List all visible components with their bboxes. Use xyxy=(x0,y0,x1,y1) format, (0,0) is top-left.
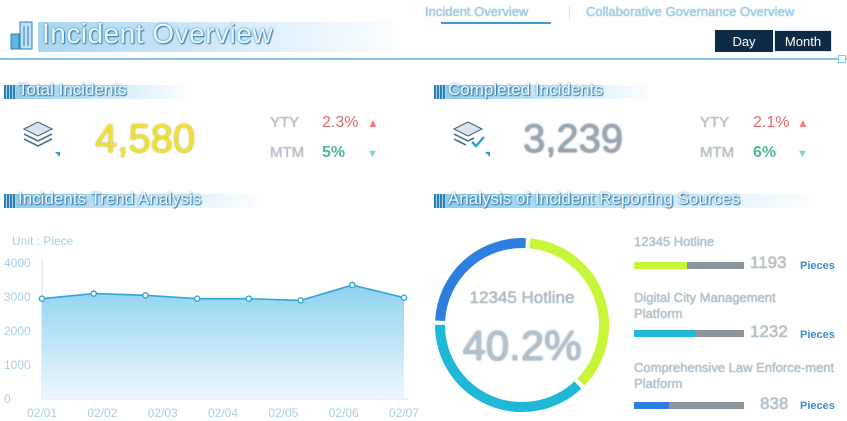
tab-collaborative-governance[interactable]: Collaborative Governance Overview xyxy=(586,4,794,19)
completed-incidents-value: 3,239 xyxy=(523,117,624,161)
donut-center-value: 40.2% xyxy=(462,322,582,369)
page-title-area: Incident Overview xyxy=(10,14,408,54)
source-bar-fill xyxy=(634,262,687,269)
trend-area-fill xyxy=(42,285,404,399)
source-label-digital-city: Digital City Management Platform xyxy=(634,290,776,321)
completed-mtm-value: 6% xyxy=(753,144,777,161)
trend-point[interactable] xyxy=(142,292,149,299)
x-tick-label: 02/06 xyxy=(329,406,359,420)
trend-point[interactable] xyxy=(400,294,408,301)
completed-mtm-label: MTM xyxy=(700,144,735,161)
header-divider xyxy=(0,58,847,60)
day-button[interactable]: Day xyxy=(715,30,773,52)
source-bar-fill xyxy=(634,330,695,337)
total-yty-label: YTY xyxy=(270,114,300,131)
month-button[interactable]: Month xyxy=(774,30,832,52)
section-marker-icon xyxy=(434,194,446,208)
trend-point[interactable] xyxy=(245,295,253,303)
x-tick-label: 02/05 xyxy=(268,406,298,420)
y-tick-label: 3000 xyxy=(4,290,31,304)
source-value-hotline: 1193 xyxy=(750,253,787,272)
page-title: Incident Overview xyxy=(42,18,274,49)
source-bar-hotline xyxy=(634,262,744,269)
total-incidents-title: Total Incidents xyxy=(18,80,127,99)
total-yty-value: 2.3% xyxy=(322,114,359,131)
source-bar-fill xyxy=(634,402,670,409)
source-value-law-enforcement: 838 xyxy=(760,394,789,413)
trend-point[interactable] xyxy=(38,295,46,303)
building-icon xyxy=(10,21,33,50)
trend-point[interactable] xyxy=(193,295,201,303)
total-mtm-label: MTM xyxy=(270,144,305,161)
source-bar-digital-city xyxy=(634,330,744,337)
y-tick-label: 4000 xyxy=(4,256,31,270)
tab-incident-overview[interactable]: Incident Overview xyxy=(425,4,528,19)
section-marker-icon xyxy=(4,85,16,99)
y-tick-label: 0 xyxy=(4,392,11,406)
section-marker-icon xyxy=(434,85,446,99)
trend-point[interactable] xyxy=(348,281,356,289)
x-tick-label: 02/01 xyxy=(27,406,57,420)
y-tick-label: 1000 xyxy=(4,358,31,372)
trend-analysis-title: Incidents Trend Analysis xyxy=(18,189,202,208)
header-divider-end xyxy=(838,55,846,63)
arrow-down-icon: ▼ xyxy=(367,148,378,160)
total-incidents-value: 4,580 xyxy=(95,117,196,161)
source-unit: Pieces xyxy=(800,260,835,272)
x-tick-label: 02/07 xyxy=(389,406,419,420)
active-tab-indicator xyxy=(441,22,551,24)
tab-divider xyxy=(569,6,570,20)
trend-point[interactable] xyxy=(90,290,98,297)
source-label-hotline: 12345 Hotline xyxy=(634,234,715,249)
x-tick-label: 02/04 xyxy=(208,406,238,420)
donut-center-label: 12345 Hotline xyxy=(469,288,575,307)
arrow-up-icon: ▲ xyxy=(797,116,809,130)
total-mtm-value: 5% xyxy=(322,144,346,161)
source-unit: Pieces xyxy=(800,329,835,341)
y-tick-label: 2000 xyxy=(4,324,31,338)
source-value-digital-city: 1232 xyxy=(750,322,788,341)
arrow-up-icon: ▲ xyxy=(367,116,379,130)
source-bar-law-enforcement xyxy=(634,402,744,409)
completed-incidents-title: Completed Incidents xyxy=(448,80,603,99)
arrow-down-icon: ▼ xyxy=(797,148,808,160)
source-unit: Pieces xyxy=(800,400,835,412)
completed-yty-value: 2.1% xyxy=(753,114,790,131)
donut-slice[interactable] xyxy=(435,238,526,322)
source-label-law-enforcement: Comprehensive Law Enforce-ment Platform xyxy=(634,360,835,391)
section-marker-icon xyxy=(4,194,16,208)
x-tick-label: 02/03 xyxy=(148,406,178,420)
layers-icon xyxy=(22,121,60,157)
completed-yty-label: YTY xyxy=(700,114,730,131)
sources-title: Analysis of Incident Reporting Sources xyxy=(448,189,740,208)
layers-check-icon xyxy=(452,121,490,157)
trend-unit-label: Unit : Piece xyxy=(12,234,74,248)
trend-area-chart: 0 1000 2000 3000 4000 02/01 02/02 02/03 02/04 02/… xyxy=(4,256,419,420)
x-tick-label: 02/02 xyxy=(87,406,117,420)
trend-point[interactable] xyxy=(297,297,304,304)
